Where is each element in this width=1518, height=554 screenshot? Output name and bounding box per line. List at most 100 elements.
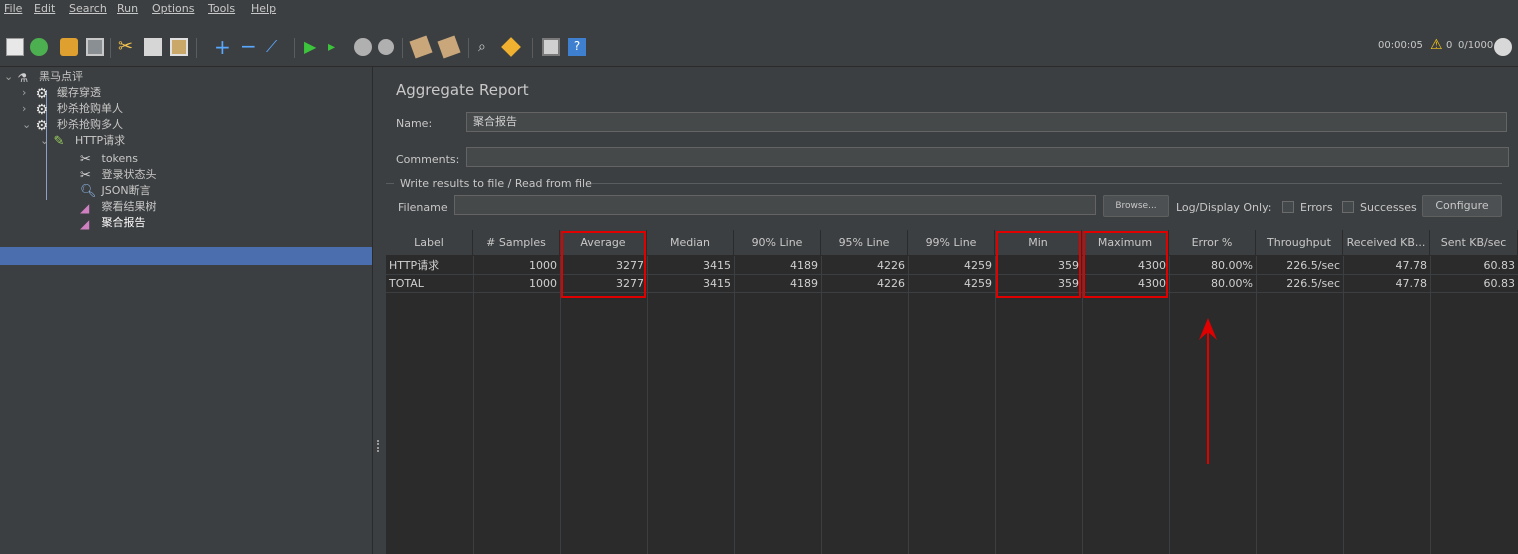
chevron-right-icon[interactable]: › <box>22 101 32 117</box>
open-icon[interactable] <box>60 38 78 56</box>
table-cell[interactable]: 3415 <box>647 257 734 274</box>
comments-field[interactable] <box>466 147 1509 167</box>
errors-label: Errors <box>1300 201 1333 214</box>
name-field[interactable]: 聚合报告 <box>466 112 1507 132</box>
warning-count: 0 <box>1446 40 1453 51</box>
tree-root[interactable]: ⌄ ⚗ 黑马点评 <box>4 69 83 85</box>
chart-icon: ◢ <box>80 201 90 215</box>
column-header[interactable]: 99% Line <box>908 230 995 256</box>
chevron-down-icon[interactable]: ⌄ <box>40 133 50 149</box>
gear-icon: ⚙ <box>35 86 49 102</box>
column-header[interactable]: Error % <box>1169 230 1256 256</box>
new-icon[interactable] <box>6 38 24 56</box>
table-cell[interactable]: 47.78 <box>1343 257 1430 274</box>
menu-file[interactable]: File <box>4 2 22 15</box>
test-plan-tree: ⌄ ⚗ 黑马点评 › ⚙ 缓存穿透 › ⚙ 秒杀抢购单人 ⌄ ⚙ 秒杀抢购多人 … <box>0 67 372 554</box>
table-cell[interactable]: 226.5/sec <box>1256 275 1343 292</box>
remote-engine-icon[interactable] <box>1494 38 1512 56</box>
chevron-right-icon[interactable]: › <box>22 85 32 101</box>
column-header[interactable]: 95% Line <box>821 230 908 256</box>
tree-item-tokens[interactable]: ✂ tokens <box>80 151 138 167</box>
table-cell[interactable]: 4259 <box>908 257 995 274</box>
table-cell[interactable]: 3415 <box>647 275 734 292</box>
log-display-label: Log/Display Only: <box>1176 201 1272 214</box>
menu-help[interactable]: Help <box>251 2 276 15</box>
highlight-box <box>996 231 1081 298</box>
cut-icon[interactable]: ✂ <box>118 38 136 56</box>
column-header[interactable]: Sent KB/sec <box>1430 230 1518 256</box>
configure-button[interactable]: Configure <box>1422 195 1502 217</box>
shutdown-icon[interactable] <box>378 39 394 55</box>
tree-item-cache[interactable]: › ⚙ 缓存穿透 <box>22 85 101 102</box>
tree-item-view-results-tree[interactable]: ◢ 察看结果树 <box>80 199 157 215</box>
start-icon[interactable]: ▶ <box>304 38 322 56</box>
start-no-pauses-icon[interactable]: ▸ <box>328 38 346 56</box>
clear-all-icon[interactable] <box>437 35 461 59</box>
table-cell[interactable]: 60.83 <box>1430 275 1518 292</box>
chevron-down-icon[interactable]: ⌄ <box>22 117 32 133</box>
function-helper-icon[interactable] <box>542 38 560 56</box>
table-cell[interactable]: 4226 <box>821 257 908 274</box>
stop-icon[interactable] <box>354 38 372 56</box>
column-header[interactable]: Throughput <box>1256 230 1343 256</box>
templates-icon[interactable] <box>30 38 48 56</box>
tree-node-label: 察看结果树 <box>101 200 157 213</box>
tree-node-label: HTTP请求 <box>75 134 126 147</box>
menu-tools[interactable]: Tools <box>208 2 235 15</box>
pipette-icon: ✎ <box>53 134 65 149</box>
column-header[interactable]: Received KB... <box>1343 230 1430 256</box>
chevron-down-icon[interactable]: ⌄ <box>4 69 14 85</box>
column-header[interactable]: Label <box>386 230 473 256</box>
table-cell[interactable]: HTTP请求 <box>386 257 473 274</box>
browse-button[interactable]: Browse... <box>1103 195 1169 217</box>
name-label: Name: <box>396 117 433 130</box>
table-cell[interactable]: 226.5/sec <box>1256 257 1343 274</box>
menu-run[interactable]: Run <box>117 2 138 15</box>
table-cell[interactable]: 80.00% <box>1169 275 1256 292</box>
tree-item-aggregate-report[interactable]: ◢ 聚合报告 <box>80 215 146 231</box>
table-cell[interactable]: 80.00% <box>1169 257 1256 274</box>
table-cell[interactable]: 4189 <box>734 275 821 292</box>
tree-item-json-assert[interactable]: 🔍︎ JSON断言 <box>80 183 151 199</box>
warning-icon[interactable]: ⚠ <box>1430 37 1443 53</box>
toggle-icon[interactable]: ⟋ <box>266 38 284 56</box>
menu-edit[interactable]: Edit <box>34 2 55 15</box>
selected-row-highlight <box>0 247 372 265</box>
tree-node-label: tokens <box>101 152 139 165</box>
tree-item-http-request[interactable]: ⌄ ✎ HTTP请求 <box>40 133 125 149</box>
column-header[interactable]: # Samples <box>473 230 560 256</box>
table-cell[interactable]: 4189 <box>734 257 821 274</box>
expand-icon[interactable]: + <box>214 37 232 57</box>
clear-icon[interactable] <box>409 35 433 59</box>
menu-options[interactable]: Options <box>152 2 194 15</box>
collapse-icon[interactable]: − <box>240 36 258 56</box>
table-cell[interactable]: 60.83 <box>1430 257 1518 274</box>
errors-checkbox[interactable] <box>1282 201 1294 213</box>
table-cell[interactable]: 1000 <box>473 275 560 292</box>
search-icon[interactable]: ⌕ <box>478 38 496 56</box>
scissors-icon: ✂ <box>80 152 91 167</box>
copy-icon[interactable] <box>144 38 162 56</box>
tree-item-seckill-multi[interactable]: ⌄ ⚙ 秒杀抢购多人 <box>22 117 123 134</box>
help-icon[interactable]: ? <box>568 38 586 56</box>
table-cell[interactable]: TOTAL <box>386 275 473 292</box>
gear-icon: ⚙ <box>35 118 49 134</box>
filename-field[interactable] <box>454 195 1096 215</box>
paste-icon[interactable] <box>170 38 188 56</box>
tree-node-label: 秒杀抢购单人 <box>57 102 123 115</box>
menu-search[interactable]: Search <box>69 2 107 15</box>
successes-checkbox[interactable] <box>1342 201 1354 213</box>
reset-search-icon[interactable] <box>501 37 521 57</box>
tree-node-label: 缓存穿透 <box>57 86 101 99</box>
column-header[interactable]: Median <box>647 230 734 256</box>
tree-item-login-header[interactable]: ✂ 登录状态头 <box>80 167 157 183</box>
save-icon[interactable] <box>86 38 104 56</box>
table-cell[interactable]: 1000 <box>473 257 560 274</box>
table-cell[interactable]: 47.78 <box>1343 275 1430 292</box>
tree-node-label: 秒杀抢购多人 <box>57 118 123 131</box>
highlight-box <box>561 231 646 298</box>
table-cell[interactable]: 4226 <box>821 275 908 292</box>
tree-item-seckill-single[interactable]: › ⚙ 秒杀抢购单人 <box>22 101 123 118</box>
table-cell[interactable]: 4259 <box>908 275 995 292</box>
column-header[interactable]: 90% Line <box>734 230 821 256</box>
